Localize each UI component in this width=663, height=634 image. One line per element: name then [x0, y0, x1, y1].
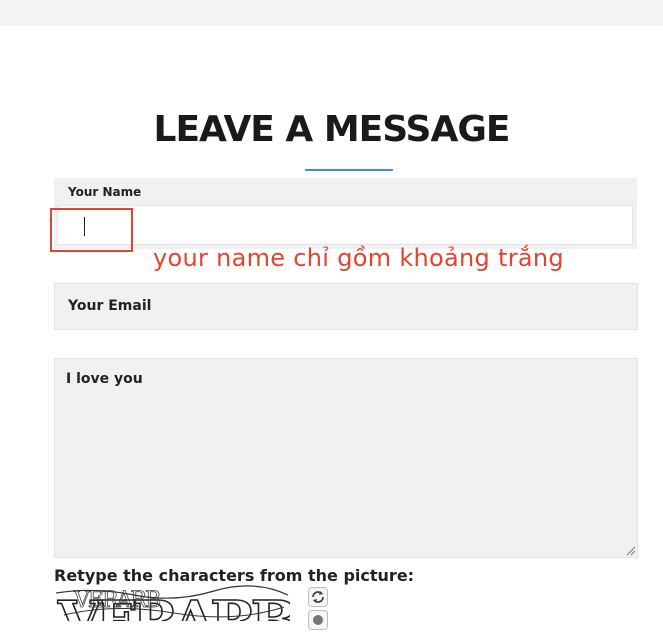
top-bar: [0, 0, 663, 26]
error-highlight-box: [50, 208, 133, 252]
error-annotation: your name chỉ gồm khoảng trắng: [153, 244, 564, 272]
message-textarea[interactable]: [54, 358, 638, 558]
name-input[interactable]: [57, 205, 633, 245]
title-underline: [305, 169, 393, 171]
audio-icon: [313, 615, 323, 625]
captcha-audio-button[interactable]: [308, 610, 328, 630]
refresh-icon: [312, 591, 324, 603]
name-label: Your Name: [68, 185, 142, 199]
captcha-label: Retype the characters from the picture:: [54, 566, 415, 585]
message-value: I love you: [66, 371, 143, 387]
captcha-image: VERARB VERARB: [55, 585, 290, 621]
captcha-refresh-button[interactable]: [308, 587, 328, 607]
page-title: LEAVE A MESSAGE: [153, 109, 511, 150]
email-placeholder: Your Email: [68, 298, 152, 314]
resize-handle-icon[interactable]: [626, 546, 636, 556]
